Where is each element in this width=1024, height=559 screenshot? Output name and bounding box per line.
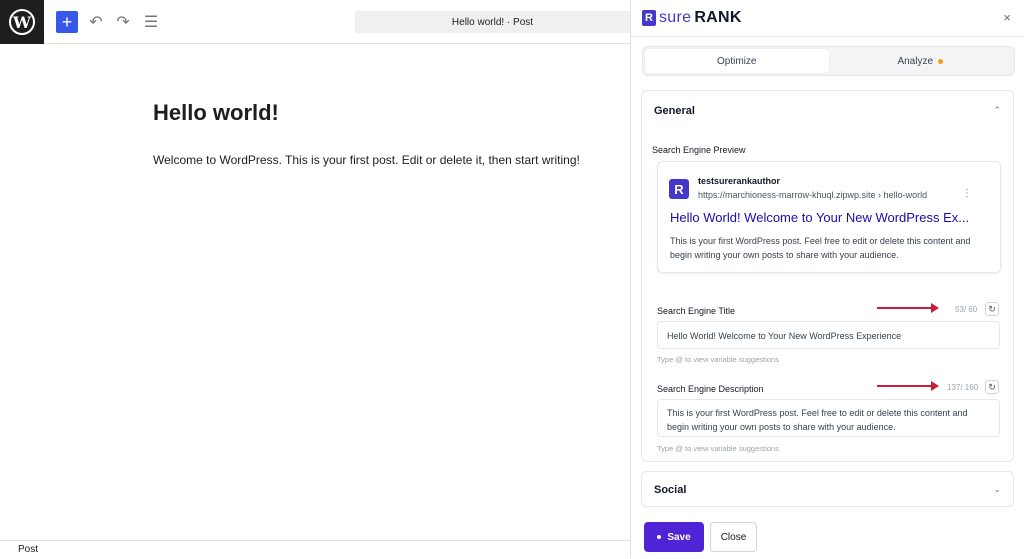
close-button[interactable]: Close (710, 522, 757, 552)
close-label: Close (720, 531, 747, 543)
brand-prefix: sure (659, 9, 692, 26)
seo-description-label: Search Engine Description (657, 384, 764, 394)
tab-label: Analyze (897, 55, 934, 67)
tab-analyze[interactable]: Analyze (829, 49, 1013, 73)
reset-description-button[interactable]: ↻ (985, 380, 999, 394)
tab-label: Optimize (717, 55, 757, 67)
save-label: Save (667, 531, 691, 543)
more-options-icon: ⋮ (962, 188, 972, 199)
reset-title-button[interactable]: ↻ (985, 302, 999, 316)
section-title: Social (654, 484, 687, 496)
editor-footer: Post (0, 540, 630, 558)
preview-label: Search Engine Preview (652, 145, 746, 155)
redo-button[interactable]: ↷ (113, 12, 133, 32)
seo-title-label: Search Engine Title (657, 306, 736, 316)
general-section: General ⌃ Search Engine Preview R testsu… (641, 90, 1014, 462)
document-title-bar[interactable]: Hello world! · Post (355, 11, 630, 33)
seo-title-input[interactable]: Hello World! Welcome to Your New WordPre… (657, 321, 1000, 349)
undo-button[interactable]: ↶ (86, 12, 106, 32)
seo-description-input[interactable]: This is your first WordPress post. Feel … (657, 399, 1000, 437)
site-favicon-icon: R (669, 179, 689, 199)
annotation-arrow (877, 303, 939, 313)
description-char-counter: 137/ 160 (947, 383, 979, 392)
wordpress-logo-icon: W (9, 9, 35, 35)
editor-canvas: Hello world! Welcome to WordPress. This … (0, 45, 630, 540)
list-view-button[interactable]: ☰ (141, 12, 161, 32)
brand-suffix: RANK (694, 9, 742, 26)
plus-icon: + (61, 12, 73, 32)
post-paragraph[interactable]: Welcome to WordPress. This is your first… (153, 153, 580, 167)
panel-content: General ⌃ Search Engine Preview R testsu… (631, 82, 1024, 508)
social-section[interactable]: Social ⌄ (641, 471, 1014, 507)
tab-optimize[interactable]: Optimize (645, 49, 829, 73)
editor-toolbar: W + ↶ ↷ ☰ Hello world! · Post (0, 0, 630, 44)
save-dot-icon (657, 535, 662, 539)
chevron-up-icon[interactable]: ⌃ (993, 105, 1001, 116)
save-button[interactable]: Save (644, 522, 704, 552)
surerank-logo: R sure RANK (642, 9, 742, 27)
panel-header: R sure RANK × (631, 0, 1024, 37)
preview-title: Hello World! Welcome to Your New WordPre… (670, 210, 970, 225)
status-dot-icon (938, 58, 944, 64)
preview-site-name: testsurerankauthor (698, 176, 781, 186)
document-title: Hello world! · Post (451, 16, 534, 28)
list-view-icon: ☰ (143, 14, 159, 31)
section-title[interactable]: General (654, 105, 695, 117)
search-engine-preview: R testsurerankauthor https://marchioness… (657, 161, 1001, 273)
preview-description: This is your first WordPress post. Feel … (670, 236, 971, 260)
wordpress-logo-button[interactable]: W (0, 0, 44, 44)
surerank-panel: R sure RANK × Optimize Analyze General ⌃ … (630, 0, 1024, 558)
post-title[interactable]: Hello world! (153, 100, 279, 126)
block-breadcrumb[interactable]: Post (18, 544, 38, 555)
description-hint: Type @ to view variable suggestions (657, 444, 779, 453)
redo-icon: ↷ (116, 14, 130, 31)
annotation-arrow (877, 381, 939, 391)
preview-url: https://marchioness-marrow-khuql.zipwp.s… (698, 190, 928, 200)
refresh-icon: ↻ (988, 303, 996, 314)
chevron-down-icon: ⌄ (993, 484, 1001, 494)
panel-tabs: Optimize Analyze (642, 46, 1015, 76)
undo-icon: ↶ (89, 14, 103, 31)
close-icon[interactable]: × (1003, 10, 1011, 25)
refresh-icon: ↻ (988, 381, 996, 392)
panel-actions: Save Close (631, 508, 1024, 558)
title-hint: Type @ to view variable suggestions (657, 355, 779, 364)
add-block-button[interactable]: + (56, 11, 78, 33)
title-char-counter: 53/ 60 (955, 305, 978, 314)
surerank-mark-icon: R (642, 10, 656, 26)
